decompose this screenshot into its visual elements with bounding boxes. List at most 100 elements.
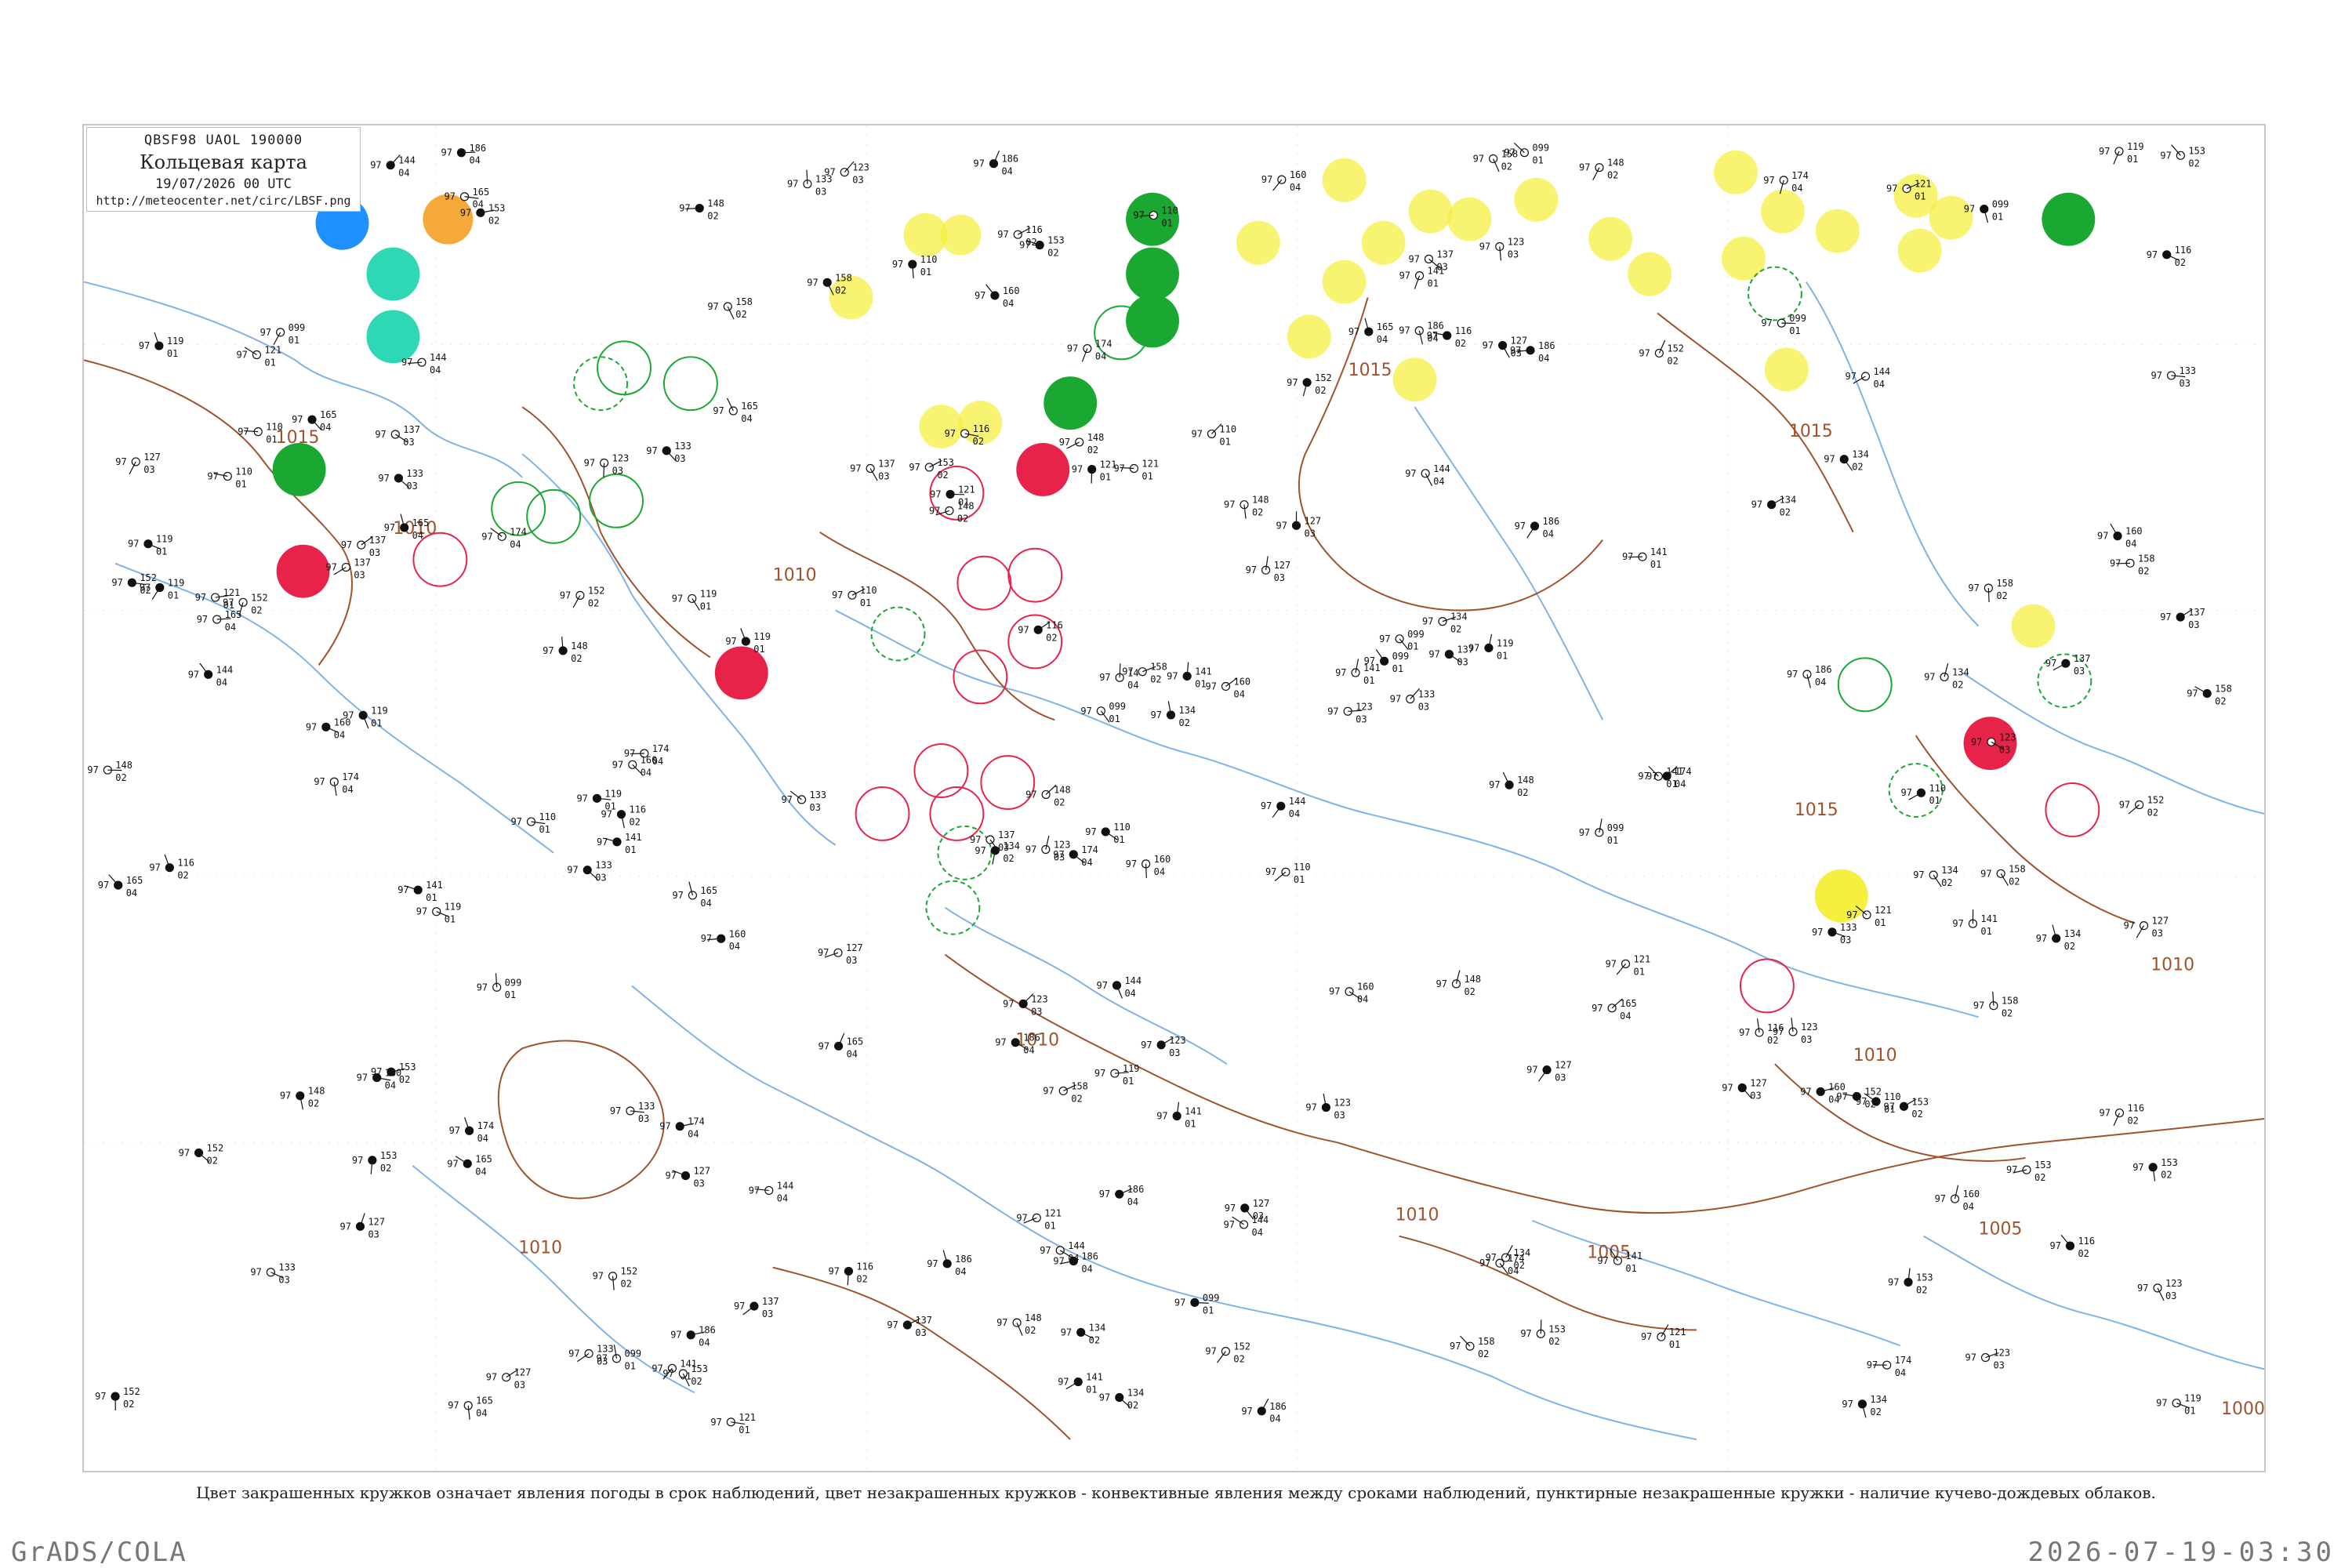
- isobar-label: 1010: [1396, 1206, 1439, 1225]
- station-plot: 160 97 04: [1935, 1185, 1980, 1212]
- station-value: 97: [2099, 146, 2110, 157]
- station-plot: 152 97 02: [593, 1266, 637, 1290]
- station-value: 158: [835, 272, 852, 283]
- station-value: 97: [997, 229, 1008, 240]
- station-value: 144: [1289, 796, 1306, 807]
- station-value: 01: [1142, 470, 1152, 481]
- station-value: 01: [1875, 917, 1886, 928]
- station-plot: 119 97 01: [2156, 1393, 2201, 1417]
- phenomenon-circle: [1721, 236, 1766, 281]
- station-marker: [1779, 176, 1788, 185]
- station-value: 97: [2151, 370, 2162, 381]
- station-value: 144: [1068, 1240, 1085, 1251]
- station-value: 97: [725, 636, 736, 647]
- station-value: 02: [571, 653, 582, 664]
- station-plot: 165 97 04: [818, 1033, 863, 1059]
- station-value: 01: [505, 989, 516, 1000]
- station-value: 97: [1043, 1085, 1054, 1096]
- station-value: 04: [1791, 183, 1802, 194]
- station-plot: 133 97 03: [610, 1101, 655, 1124]
- station-value: 133: [638, 1101, 655, 1112]
- station-value: 97: [1067, 343, 1078, 354]
- wind-barb: [1538, 1069, 1548, 1082]
- station-marker: [155, 583, 165, 593]
- station-value: 01: [1669, 1339, 1680, 1350]
- station-value: 174: [477, 1120, 495, 1131]
- station-value: 158: [1996, 578, 2013, 589]
- station-value: 04: [1895, 1367, 1906, 1378]
- map-url[interactable]: http://meteocenter.net/circ/LBSF.png: [87, 194, 360, 208]
- station-value: 97: [340, 1221, 351, 1232]
- station-value: 119: [753, 631, 771, 642]
- station-value: 04: [398, 168, 409, 179]
- station-value: 01: [1185, 1118, 1196, 1129]
- station-value: 134: [2064, 928, 2082, 939]
- station-plot: 148 97 02: [1579, 158, 1624, 181]
- station-value: 153: [1911, 1096, 1929, 1107]
- isobar-label: 1015: [1789, 422, 1833, 441]
- station-value: 148: [1025, 1312, 1042, 1323]
- station-marker: [797, 795, 807, 804]
- station-value: 123: [1993, 1348, 2010, 1359]
- station-plot: 160 97 04: [975, 284, 1020, 309]
- station-value: 04: [1001, 166, 1012, 177]
- station-plot: 127 97 03: [486, 1367, 532, 1391]
- station-value: 02: [251, 604, 262, 615]
- station-value: 141: [1650, 546, 1668, 557]
- station-value: 01: [1109, 713, 1120, 724]
- station-value: 03: [1840, 935, 1851, 946]
- station-plot: 099 97 01: [1379, 629, 1425, 652]
- station-marker: [924, 463, 934, 472]
- station-value: 97: [1971, 736, 1982, 747]
- station-value: 97: [1968, 583, 1979, 593]
- station-value: 97: [1422, 616, 1433, 627]
- station-value: 152: [251, 592, 268, 603]
- station-value: 02: [621, 1279, 632, 1290]
- station-value: 04: [699, 1338, 710, 1348]
- station-plot: 119 97 01: [2099, 141, 2144, 165]
- station-value: 127: [2151, 916, 2169, 927]
- station-value: 127: [514, 1367, 532, 1378]
- station-plot: 121 97 01: [930, 484, 975, 507]
- station-value: 01: [539, 824, 550, 835]
- station-plot: 116 97 02: [2050, 1234, 2095, 1259]
- station-value: 110: [235, 466, 252, 477]
- station-plot: 134 97 02: [1924, 662, 1969, 690]
- station-value: 02: [1911, 1109, 1922, 1120]
- station-value: 97: [1913, 869, 1924, 880]
- station-value: 148: [571, 641, 588, 652]
- station-plot: 186 97 04: [927, 1250, 972, 1277]
- station-value: 03: [852, 175, 863, 186]
- station-value: 97: [672, 593, 683, 604]
- station-value: 97: [1329, 986, 1340, 997]
- station-value: 03: [1031, 1006, 1042, 1017]
- station-value: 97: [670, 1330, 681, 1341]
- station-value: 03: [1750, 1090, 1761, 1101]
- station-value: 97: [1261, 800, 1272, 811]
- station-value: 97: [818, 1040, 829, 1051]
- station-value: 97: [1888, 1276, 1899, 1287]
- station-value: 97: [1025, 844, 1036, 855]
- station-value: 02: [1150, 674, 1161, 685]
- station-value: 099: [1392, 651, 1410, 662]
- isobar-label: 1010: [2151, 955, 2194, 975]
- station-value: 158: [2002, 996, 2019, 1007]
- station-value: 133: [278, 1262, 296, 1273]
- station-value: 160: [2125, 526, 2143, 537]
- station-plot: 133 97 03: [2151, 365, 2197, 389]
- phenomenon-circle: [2011, 604, 2056, 648]
- wind-barb: [1145, 863, 1147, 878]
- station-plot: 133 97 03: [646, 441, 691, 464]
- station-value: 97: [1080, 706, 1091, 717]
- station-value: 97: [1040, 1245, 1051, 1256]
- station-value: 01: [289, 335, 299, 346]
- station-value: 121: [1634, 953, 1651, 964]
- station-value: 02: [1003, 853, 1014, 864]
- station-marker: [1767, 500, 1777, 510]
- station-plot: 123 97 03: [1025, 835, 1070, 862]
- station-value: 97: [850, 463, 861, 474]
- station-value: 97: [1520, 1328, 1531, 1339]
- station-plot: 153 97 02: [352, 1150, 397, 1174]
- station-value: 04: [476, 1408, 487, 1419]
- station-value: 97: [1592, 1003, 1602, 1014]
